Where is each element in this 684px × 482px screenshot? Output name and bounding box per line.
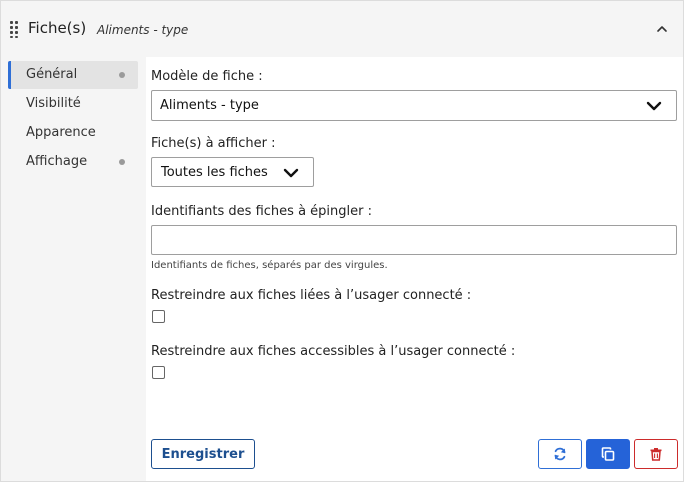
- ids-help-text: Identifiants de fiches, séparés par des …: [151, 260, 388, 271]
- refresh-button[interactable]: [538, 439, 582, 469]
- status-dot: [119, 72, 125, 78]
- duplicate-button[interactable]: [586, 439, 630, 469]
- settings-form: Modèle de fiche : Aliments - type Fiche(…: [146, 57, 683, 481]
- sidebar-item-general[interactable]: Général: [8, 61, 138, 89]
- restrict-accessible-checkbox[interactable]: [152, 366, 165, 379]
- sidebar-item-display[interactable]: Affichage: [8, 148, 138, 176]
- status-dot: [119, 159, 125, 165]
- sidebar-item-label: Apparence: [26, 125, 96, 140]
- drag-handle-icon[interactable]: [10, 21, 19, 38]
- settings-sidebar: Général Visibilité Apparence Affichage: [1, 57, 146, 481]
- delete-button[interactable]: [634, 439, 678, 469]
- save-button-label: Enregistrer: [161, 447, 245, 462]
- chevron-up-icon: [657, 26, 667, 32]
- chevron-down-icon: [646, 101, 662, 111]
- model-label: Modèle de fiche :: [151, 69, 263, 84]
- restrict-linked-label: Restreindre aux fiches liées à l’usager …: [151, 288, 472, 303]
- sidebar-item-label: Visibilité: [26, 96, 81, 111]
- panel-title: Fiche(s): [28, 19, 87, 37]
- model-select-value: Aliments - type: [160, 98, 259, 113]
- restrict-linked-checkbox[interactable]: [152, 310, 165, 323]
- ids-label: Identifiants des fiches à épingler :: [151, 204, 372, 219]
- sidebar-item-appearance[interactable]: Apparence: [8, 119, 138, 147]
- panel-subtitle: Aliments - type: [97, 23, 189, 37]
- chevron-down-icon: [283, 168, 299, 178]
- display-select[interactable]: Toutes les fiches: [151, 157, 314, 187]
- model-select[interactable]: Aliments - type: [151, 90, 677, 121]
- ids-input[interactable]: [151, 225, 677, 255]
- trash-icon: [650, 448, 662, 461]
- block-settings-panel: Fiche(s) Aliments - type Général Visibil…: [0, 0, 684, 482]
- sidebar-item-label: Affichage: [26, 154, 88, 169]
- refresh-icon: [554, 447, 566, 461]
- sidebar-item-visibility[interactable]: Visibilité: [8, 90, 138, 118]
- display-label: Fiche(s) à afficher :: [151, 136, 276, 151]
- sidebar-item-label: Général: [26, 67, 78, 82]
- save-button[interactable]: Enregistrer: [151, 439, 255, 469]
- display-select-value: Toutes les fiches: [161, 165, 268, 180]
- panel-header[interactable]: Fiche(s) Aliments - type: [1, 1, 683, 57]
- restrict-accessible-label: Restreindre aux fiches accessibles à l’u…: [151, 344, 516, 359]
- copy-icon: [601, 447, 615, 461]
- collapse-button[interactable]: [651, 18, 673, 40]
